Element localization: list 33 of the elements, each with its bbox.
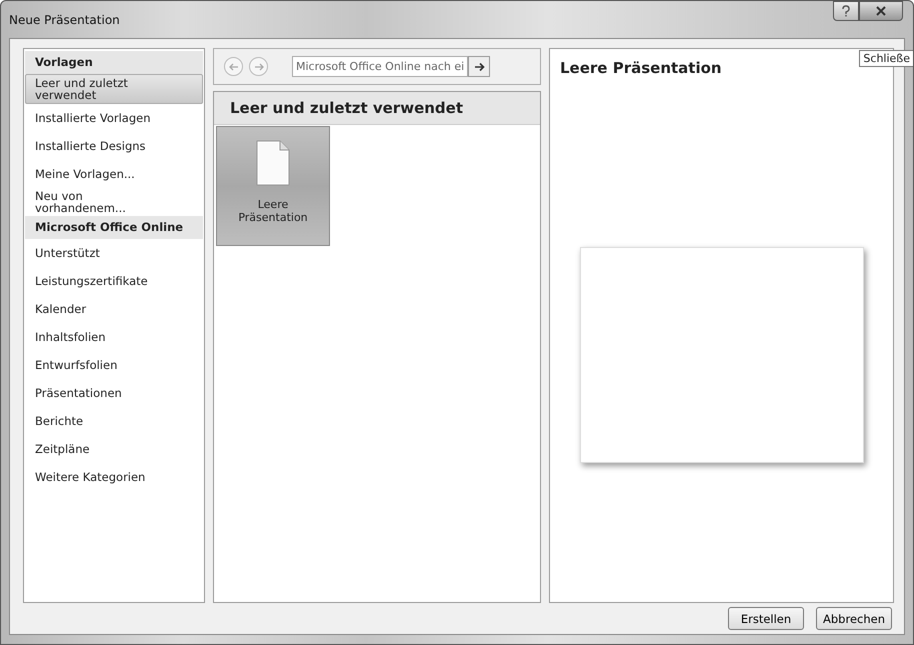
sidebar-item[interactable]: Leistungszertifikate	[25, 267, 203, 295]
sidebar-item[interactable]: Zeitpläne	[25, 435, 203, 463]
back-arrow-icon	[228, 62, 238, 72]
sidebar-item[interactable]: Kalender	[25, 295, 203, 323]
dialog-button[interactable]: Erstellen	[728, 607, 804, 630]
forward-arrow-icon	[254, 62, 264, 72]
document-icon	[256, 140, 290, 186]
section-header: Microsoft Office Online	[25, 216, 203, 239]
search-button[interactable]	[468, 56, 490, 77]
close-button[interactable]	[859, 1, 903, 21]
template-tile[interactable]: Leere Präsentation	[216, 126, 330, 246]
sidebar-item[interactable]: Berichte	[25, 407, 203, 435]
search-field[interactable]: Microsoft Office Online nach ei	[292, 56, 468, 77]
sidebar-item[interactable]: Neu von vorhandenem...	[25, 188, 203, 216]
close-icon	[875, 6, 887, 16]
sidebar-item[interactable]: Leer und zuletzt verwendet	[25, 74, 203, 104]
sidebar-item[interactable]: Installierte Vorlagen	[25, 104, 203, 132]
help-icon	[841, 5, 851, 17]
sidebar-item[interactable]: Meine Vorlagen...	[25, 160, 203, 188]
sidebar-item[interactable]: Weitere Kategorien	[25, 463, 203, 491]
sidebar-item[interactable]: Inhaltsfolien	[25, 323, 203, 351]
dialog-button[interactable]: Abbrechen	[816, 607, 892, 630]
help-button[interactable]	[833, 1, 859, 21]
arrow-icon	[474, 62, 484, 72]
sidebar-item[interactable]: Installierte Designs	[25, 132, 203, 160]
sidebar-item[interactable]: Entwurfsfolien	[25, 351, 203, 379]
section-header: Vorlagen	[25, 51, 203, 74]
window-title: Neue Präsentation	[9, 12, 120, 26]
preview-title: Leere Präsentation	[560, 59, 723, 77]
sidebar-item[interactable]: Präsentationen	[25, 379, 203, 407]
gallery-title: Leer und zuletzt verwendet	[214, 92, 540, 125]
tooltip: Schließe	[859, 50, 913, 67]
sidebar-item[interactable]: Unterstützt	[25, 239, 203, 267]
